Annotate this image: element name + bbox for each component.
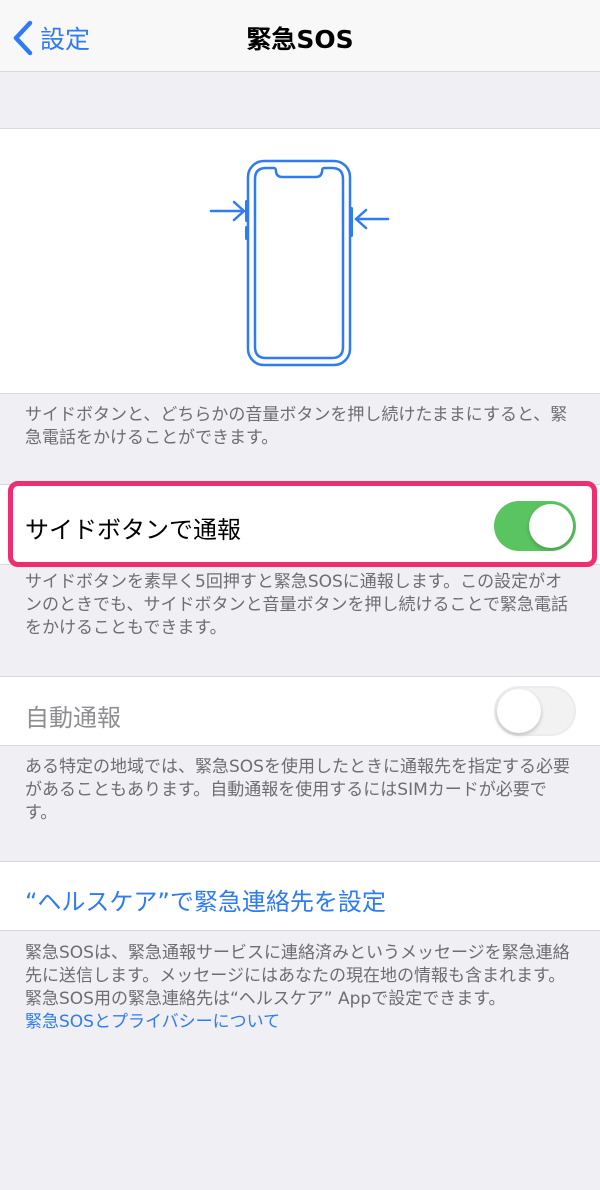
auto-call-row: 自動通報 — [0, 676, 600, 746]
auto-call-footnote: ある特定の地域では、緊急SOSを使用したときに通報先を指定する必要があることもあ… — [25, 757, 570, 823]
navigation-bar: 設定 緊急SOS — [0, 0, 600, 72]
side-button-footnote: サイドボタンを素早く5回押すと緊急SOSに通報します。この設定がオンのときでも、… — [25, 572, 568, 638]
page-title: 緊急SOS — [246, 25, 354, 54]
health-contacts-link[interactable]: “ヘルスケア”で緊急連絡先を設定 — [25, 882, 386, 917]
toggle-knob — [497, 689, 541, 733]
auto-call-label: 自動通報 — [25, 704, 121, 732]
auto-call-toggle[interactable] — [494, 686, 576, 736]
side-button-call-toggle[interactable] — [494, 501, 576, 551]
side-button-call-row: サイドボタンで通報 — [0, 484, 600, 565]
illustration-panel — [0, 128, 600, 394]
toggle-knob — [529, 504, 573, 548]
side-button-call-label: サイドボタンで通報 — [25, 516, 241, 544]
bottom-footnote-text: 緊急SOSは、緊急通報サービスに連絡済みというメッセージを緊急連絡先に送信します… — [25, 943, 570, 1009]
health-contacts-row[interactable]: “ヘルスケア”で緊急連絡先を設定 — [0, 861, 600, 931]
intro-footnote: サイドボタンと、どちらかの音量ボタンを押し続けたままにすると、緊急電話をかけるこ… — [25, 405, 568, 448]
bottom-footnote: 緊急SOSは、緊急通報サービスに連絡済みというメッセージを緊急連絡先に送信します… — [25, 942, 575, 1034]
privacy-link[interactable]: 緊急SOSとプライバシーについて — [25, 1011, 575, 1034]
